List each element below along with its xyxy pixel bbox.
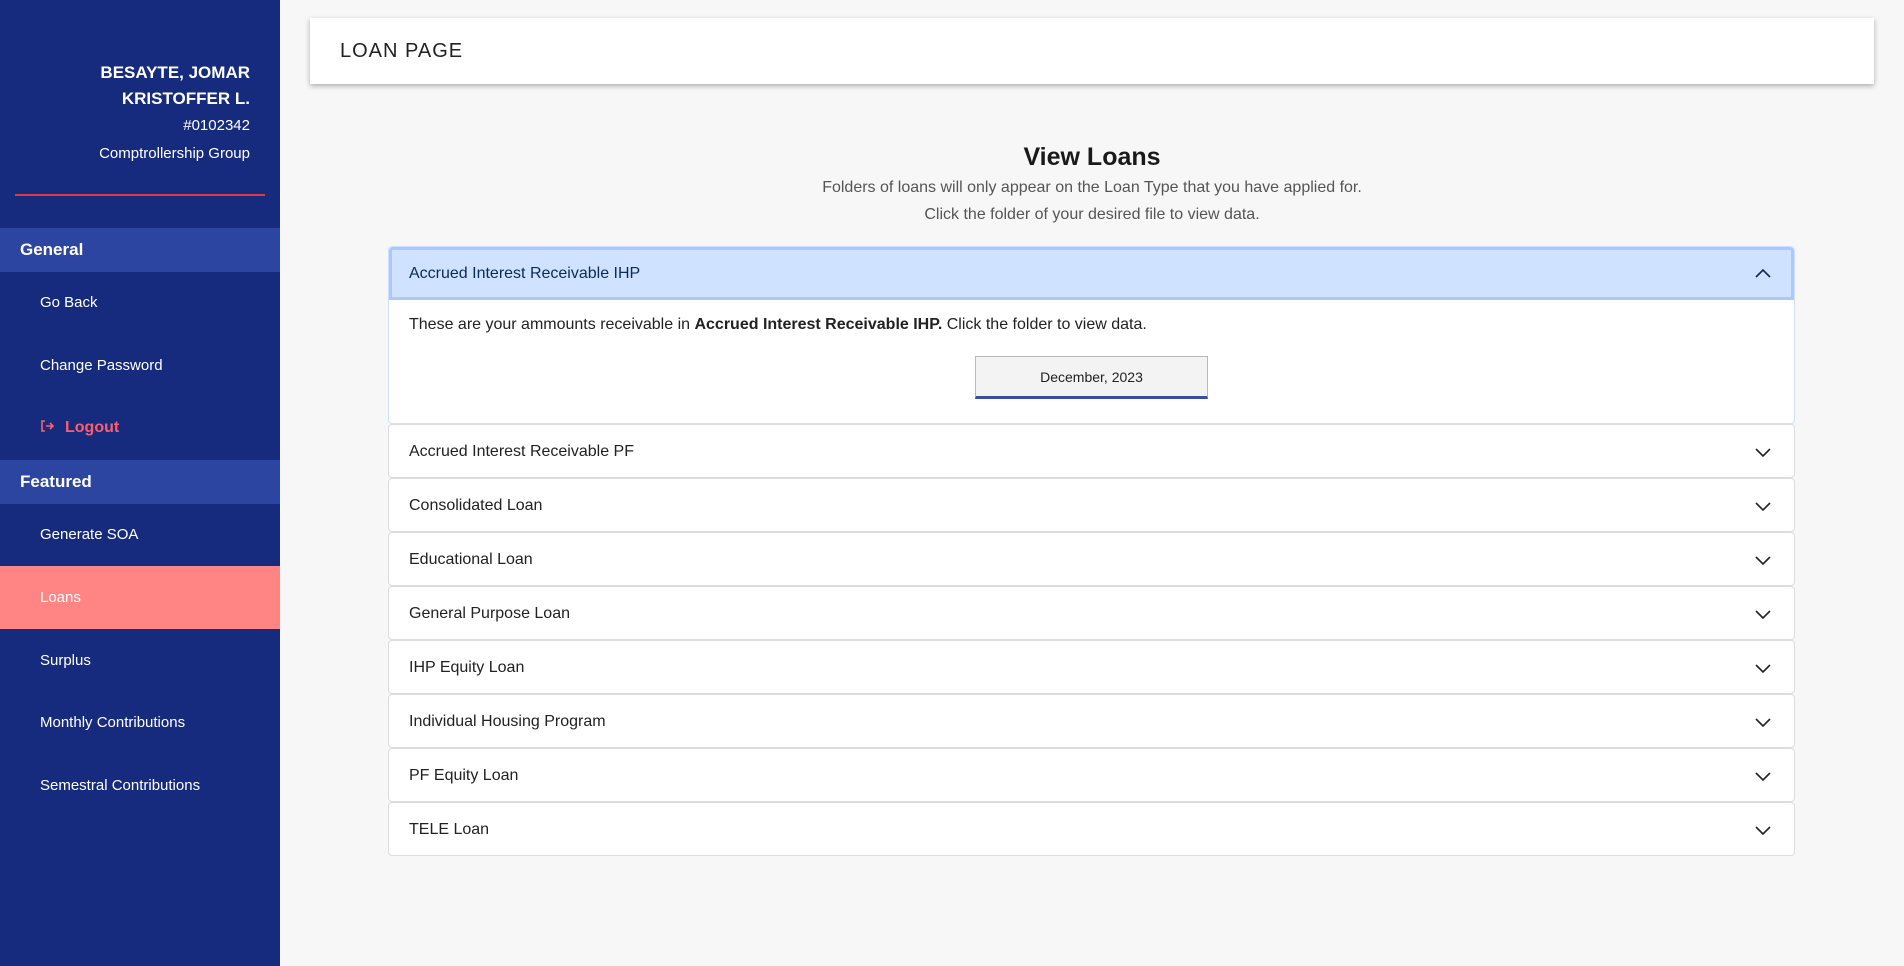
folder-button-december-2023[interactable]: December, 2023 [975, 356, 1208, 399]
accordion-item[interactable]: Individual Housing Program [388, 694, 1795, 748]
accordion-label: General Purpose Loan [409, 604, 570, 622]
sidebar: BESAYTE, JOMAR KRISTOFFER L. #0102342 Co… [0, 0, 280, 966]
chevron-down-icon [1755, 447, 1771, 457]
accordion-item[interactable]: General Purpose Loan [388, 586, 1795, 640]
chevron-down-icon [1755, 825, 1771, 835]
body-bold: Accrued Interest Receivable IHP. [694, 316, 943, 333]
accordion-header[interactable]: Consolidated Loan [389, 479, 1794, 532]
logout-label: Logout [65, 419, 120, 436]
accordion-item[interactable]: IHP Equity Loan [388, 640, 1795, 694]
accordion-item[interactable]: Accrued Interest Receivable PF [388, 424, 1795, 478]
accordion-label: Consolidated Loan [409, 496, 543, 514]
accordion-header-accrued-ihp[interactable]: Accrued Interest Receivable IHP [389, 247, 1794, 300]
sidebar-item-surplus[interactable]: Surplus [0, 629, 280, 692]
profile-divider [15, 194, 265, 196]
chevron-down-icon [1755, 663, 1771, 673]
accordion-header[interactable]: Individual Housing Program [389, 695, 1794, 748]
sidebar-item-go-back[interactable]: Go Back [0, 271, 280, 334]
accordion-header[interactable]: General Purpose Loan [389, 587, 1794, 640]
user-id: #0102342 [183, 117, 250, 134]
accordion-body: These are your ammounts receivable in Ac… [389, 300, 1794, 423]
chevron-up-icon [1755, 268, 1771, 278]
accordion-item[interactable]: Consolidated Loan [388, 478, 1795, 532]
accordion-item[interactable]: PF Equity Loan [388, 748, 1795, 802]
accordion-label: Educational Loan [409, 550, 533, 568]
sidebar-item-logout[interactable]: Logout [0, 396, 280, 459]
page-header: LOAN PAGE [310, 18, 1874, 84]
accordion-header[interactable]: Accrued Interest Receivable PF [389, 425, 1794, 478]
accordion-item[interactable]: Educational Loan [388, 532, 1795, 586]
chevron-down-icon [1755, 717, 1771, 727]
accordion-header[interactable]: TELE Loan [389, 803, 1794, 856]
accordion-header[interactable]: PF Equity Loan [389, 749, 1794, 802]
subtitle-line2: Click the folder of your desired file to… [924, 206, 1260, 223]
view-loans-title: View Loans [1023, 143, 1161, 171]
logout-icon [40, 396, 56, 459]
accordion-item[interactable]: TELE Loan [388, 802, 1795, 856]
chevron-down-icon [1755, 609, 1771, 619]
accordion-label: TELE Loan [409, 820, 490, 838]
chevron-down-icon [1755, 555, 1771, 565]
section-general: General [0, 228, 280, 272]
sidebar-item-loans[interactable]: Loans [0, 566, 280, 629]
accordion-label: Accrued Interest Receivable PF [409, 442, 634, 460]
sidebar-item-generate-soa[interactable]: Generate SOA [0, 503, 280, 566]
accordion-header[interactable]: IHP Equity Loan [389, 641, 1794, 694]
body-suffix: Click the folder to view data. [942, 316, 1147, 333]
user-profile: BESAYTE, JOMAR KRISTOFFER L. #0102342 Co… [10, 60, 250, 165]
accordion-header[interactable]: Educational Loan [389, 533, 1794, 586]
chevron-down-icon [1755, 771, 1771, 781]
subtitle-line1: Folders of loans will only appear on the… [822, 179, 1362, 196]
accordion-label: IHP Equity Loan [409, 658, 525, 676]
accordion-item-open: Accrued Interest Receivable IHP These ar… [388, 246, 1795, 424]
sidebar-item-change-password[interactable]: Change Password [0, 334, 280, 397]
sidebar-item-semestral-contributions[interactable]: Semestral Contributions [0, 754, 280, 817]
user-name-line2: KRISTOFFER L. [121, 89, 250, 108]
body-prefix: These are your ammounts receivable in [409, 316, 695, 333]
accordion-body-text: These are your ammounts receivable in Ac… [409, 316, 1774, 334]
sidebar-item-monthly-contributions[interactable]: Monthly Contributions [0, 691, 280, 754]
accordion-label: Accrued Interest Receivable IHP [409, 264, 641, 282]
chevron-down-icon [1755, 501, 1771, 511]
accordion-label: Individual Housing Program [409, 712, 606, 730]
user-group: Comptrollership Group [99, 145, 250, 162]
section-featured: Featured [0, 460, 280, 504]
user-name-line1: BESAYTE, JOMAR [100, 63, 250, 82]
page-title: LOAN PAGE [340, 40, 464, 62]
loans-accordion: Accrued Interest Receivable IHP These ar… [388, 246, 1795, 856]
accordion-label: PF Equity Loan [409, 766, 519, 784]
